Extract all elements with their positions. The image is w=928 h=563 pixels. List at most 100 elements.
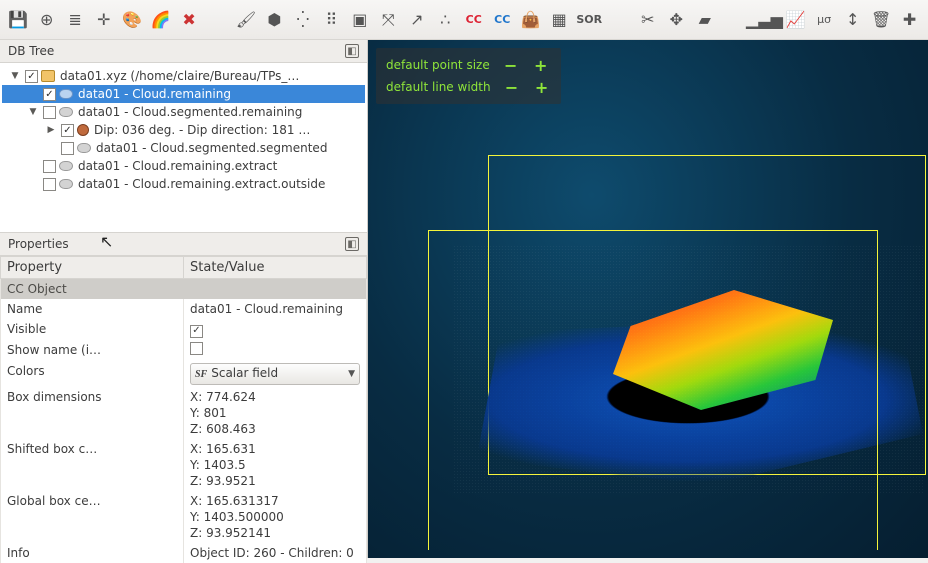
property-row: Box dimensionsX: 774.624 Y: 801 Z: 608.4… (1, 387, 367, 439)
property-value[interactable] (184, 340, 367, 361)
tree-checkbox[interactable] (25, 70, 38, 83)
viewport-container: default point size − + default line widt… (368, 40, 928, 558)
point-size-minus[interactable]: − (502, 56, 520, 74)
undock-button[interactable]: ◧ (345, 237, 359, 251)
shield-icon[interactable]: ⬢ (262, 5, 286, 35)
blank-icon (607, 5, 631, 35)
list-icon[interactable]: ≣ (63, 5, 87, 35)
properties-panel: Properties ◧ ↖ Property State/Value CC O… (0, 233, 367, 563)
tree-label: data01 - Cloud.remaining.extract.outside (78, 177, 325, 191)
folder-icon (41, 70, 55, 82)
main-split: DB Tree ◧ ▼data01.xyz (/home/claire/Bure… (0, 40, 928, 558)
rainbow-icon[interactable]: 🌈 (148, 5, 172, 35)
delete-x-icon[interactable]: ✖ (177, 5, 201, 35)
arrows-sw-icon[interactable]: ↗ (405, 5, 429, 35)
tree-checkbox[interactable] (43, 160, 56, 173)
property-row: InfoObject ID: 260 - Children: 0 (1, 543, 367, 563)
property-key: Shifted box c… (1, 439, 184, 491)
properties-grid[interactable]: Property State/Value CC ObjectNamedata01… (0, 256, 367, 563)
blank-icon (205, 5, 229, 35)
tree-label: data01 - Cloud.remaining.extract (78, 159, 277, 173)
property-checkbox[interactable] (190, 342, 203, 355)
palette-icon[interactable]: 🎨 (120, 5, 144, 35)
bbox-front (428, 230, 878, 550)
line-width-plus[interactable]: + (533, 78, 551, 96)
tree-twisty[interactable]: ▶ (44, 123, 58, 137)
tree-row[interactable]: ▼data01.xyz (/home/claire/Bureau/TPs_… (2, 67, 365, 85)
crosshair-icon[interactable]: ✛ (91, 5, 115, 35)
tree-row[interactable]: ▼data01 - Cloud.segmented.remaining (2, 103, 365, 121)
bars-icon[interactable]: ▁▃▅ (749, 5, 779, 35)
tree-row[interactable]: data01 - Cloud.segmented.segmented (2, 139, 365, 157)
undock-button[interactable]: ◧ (345, 44, 359, 58)
property-value[interactable]: Object ID: 260 - Children: 0 (184, 543, 367, 563)
tree-row[interactable]: data01 - Cloud.remaining (2, 85, 365, 103)
sor-icon[interactable]: SOR (575, 5, 603, 35)
dbtree-header: DB Tree ◧ (0, 40, 367, 63)
tree-row[interactable]: ▶ Dip: 036 deg. - Dip direction: 181 … (2, 121, 365, 139)
scissors-icon[interactable]: ✂ (636, 5, 660, 35)
cube-icon[interactable]: ▣ (348, 5, 372, 35)
graph-dots-icon[interactable]: ∴ (433, 5, 457, 35)
cloud-icon (59, 179, 73, 189)
col-value[interactable]: State/Value (184, 257, 367, 279)
property-value[interactable]: SFScalar field▼ (184, 361, 367, 387)
property-row: Visible (1, 319, 367, 340)
tree-twisty[interactable]: ▼ (8, 69, 22, 83)
tree-twisty[interactable]: ▼ (26, 105, 40, 119)
bag-icon[interactable]: 👜 (518, 5, 542, 35)
dbtree[interactable]: ▼data01.xyz (/home/claire/Bureau/TPs_…da… (0, 63, 367, 233)
property-value[interactable]: data01 - Cloud.remaining (184, 299, 367, 319)
col-property[interactable]: Property (1, 257, 184, 279)
property-value[interactable]: X: 165.631317 Y: 1403.500000 Z: 93.95214… (184, 491, 367, 543)
tree-checkbox[interactable] (61, 124, 74, 137)
left-column: DB Tree ◧ ▼data01.xyz (/home/claire/Bure… (0, 40, 368, 558)
line-width-minus[interactable]: − (503, 78, 521, 96)
dbtree-title: DB Tree (8, 44, 54, 58)
dots-icon[interactable]: ⁛ (291, 5, 315, 35)
property-value[interactable]: X: 774.624 Y: 801 Z: 608.463 (184, 387, 367, 439)
grid-dots-icon[interactable]: ⠿ (319, 5, 343, 35)
point-size-control: default point size − + (386, 54, 551, 76)
tree-label: data01 - Cloud.remaining (78, 87, 231, 101)
cc-blue-icon[interactable]: CC (490, 5, 514, 35)
properties-title: Properties (8, 237, 69, 251)
book-red-icon[interactable]: ▰ (693, 5, 717, 35)
minmax-icon[interactable]: ↕ (840, 5, 864, 35)
disk-icon[interactable]: 💾 (6, 5, 30, 35)
property-value[interactable] (184, 319, 367, 340)
tree-row[interactable]: data01 - Cloud.remaining.extract.outside (2, 175, 365, 193)
brush-icon[interactable]: 🖌 (234, 5, 258, 35)
viewport-overlay: default point size − + default line widt… (376, 48, 561, 104)
property-row: Global box ce…X: 165.631317 Y: 1403.5000… (1, 491, 367, 543)
plus-icon[interactable]: ✚ (897, 5, 921, 35)
cloud-icon (59, 161, 73, 171)
line-width-label: default line width (386, 80, 491, 94)
tree-checkbox[interactable] (61, 142, 74, 155)
tree-label: data01 - Cloud.segmented.segmented (96, 141, 327, 155)
cursor-icon: ↖ (100, 232, 113, 251)
tree-checkbox[interactable] (43, 106, 56, 119)
point-size-plus[interactable]: + (532, 56, 550, 74)
checker-icon[interactable]: ▦ (547, 5, 571, 35)
3d-viewport[interactable]: default point size − + default line widt… (368, 40, 928, 558)
tree-row[interactable]: data01 - Cloud.remaining.extract (2, 157, 365, 175)
property-key: Name (1, 299, 184, 319)
colors-combo[interactable]: SFScalar field▼ (190, 363, 360, 385)
bars-up-icon[interactable]: 📈 (783, 5, 807, 35)
property-value[interactable]: X: 165.631 Y: 1403.5 Z: 93.9521 (184, 439, 367, 491)
target-icon[interactable]: ⊕ (34, 5, 58, 35)
trash-rainbow-icon[interactable]: 🗑 (869, 5, 893, 35)
dbtree-panel: DB Tree ◧ ▼data01.xyz (/home/claire/Bure… (0, 40, 367, 233)
cloud-icon (77, 143, 91, 153)
sigma-icon[interactable]: μσ (812, 5, 836, 35)
tree-checkbox[interactable] (43, 88, 56, 101)
property-row: ColorsSFScalar field▼ (1, 361, 367, 387)
property-key: Visible (1, 319, 184, 340)
tree-label: Dip: 036 deg. - Dip direction: 181 … (94, 123, 310, 137)
property-checkbox[interactable] (190, 325, 203, 338)
tree-checkbox[interactable] (43, 178, 56, 191)
arrows-cross-icon[interactable]: ⤧ (376, 5, 400, 35)
cc-red-icon[interactable]: CC (462, 5, 486, 35)
axes-color-icon[interactable]: ✥ (664, 5, 688, 35)
